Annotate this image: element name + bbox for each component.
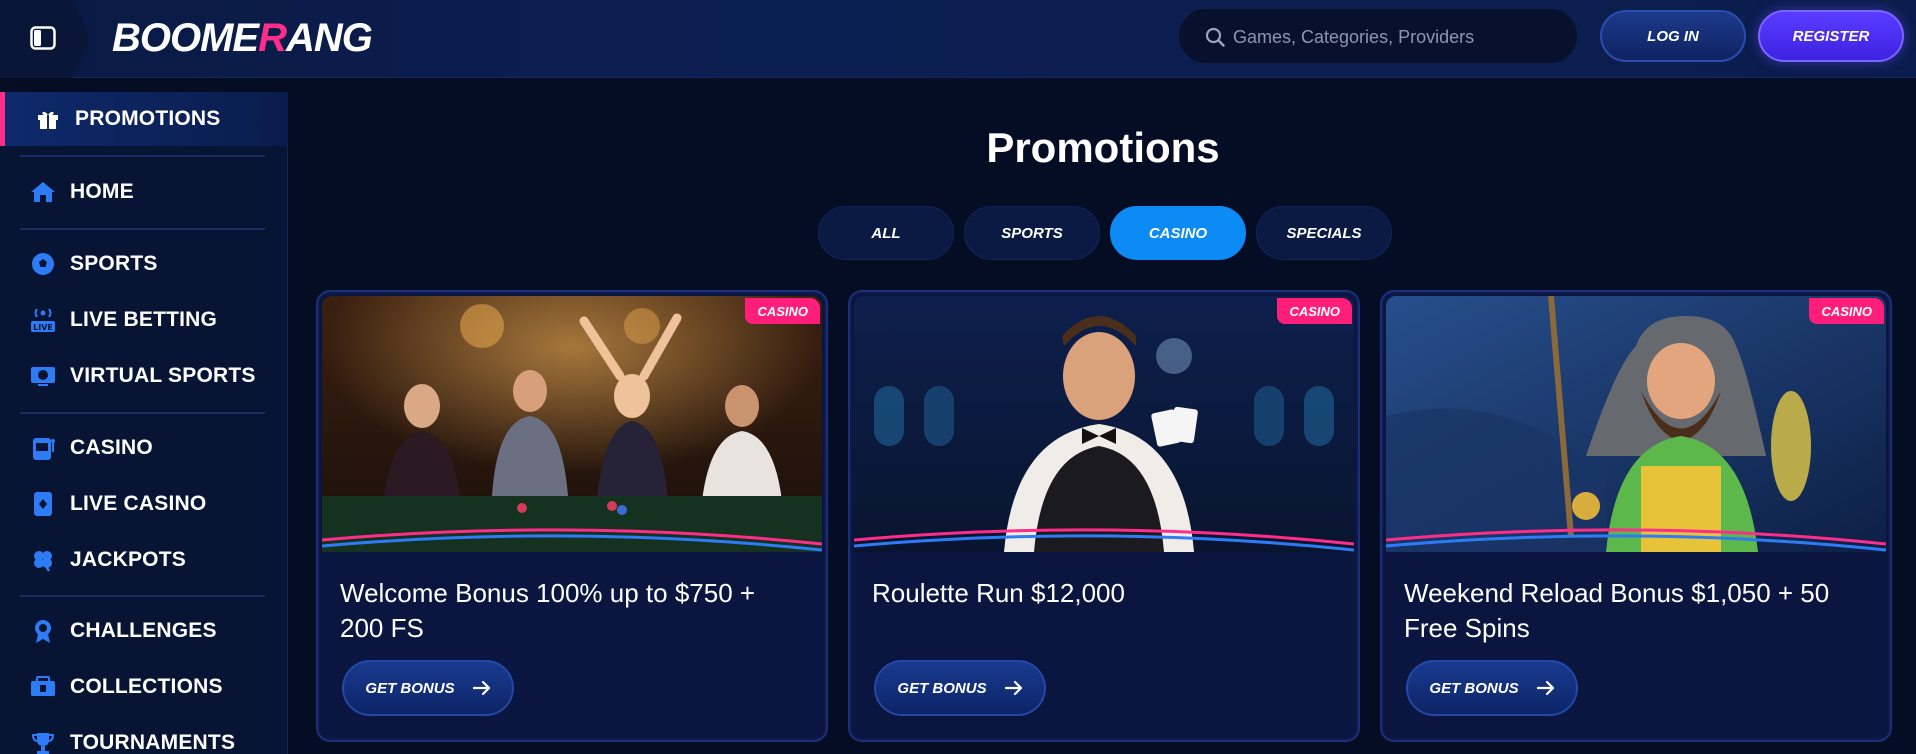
sidebar-item-virtual-sports[interactable]: VIRTUAL SPORTS <box>0 349 288 403</box>
sidebar-item-home[interactable]: HOME <box>0 165 288 219</box>
sidebar-item-label: TOURNAMENTS <box>70 731 236 754</box>
sidebar-item-live-betting[interactable]: LIVE LIVE BETTING <box>0 293 288 347</box>
svg-text:LIVE: LIVE <box>33 323 53 332</box>
collection-icon <box>28 672 58 702</box>
trophy-icon <box>28 728 58 754</box>
soccer-ball-icon <box>28 249 58 279</box>
register-button[interactable]: REGISTER <box>1758 10 1904 62</box>
sidebar-item-label: PROMOTIONS <box>75 107 221 130</box>
gift-icon <box>33 104 63 134</box>
promo-image-dealer <box>854 296 1354 552</box>
promo-card[interactable]: CASINO Roulette Run $12,000 GET BONUS <box>848 290 1360 742</box>
search-input[interactable] <box>1233 9 1563 65</box>
login-button[interactable]: LOG IN <box>1600 10 1746 62</box>
sidebar-divider <box>20 155 265 157</box>
sidebar-item-collections[interactable]: COLLECTIONS <box>0 660 288 714</box>
playing-card-icon <box>28 489 58 519</box>
home-icon <box>28 177 58 207</box>
sidebar-divider <box>20 228 265 230</box>
sidebar-item-label: JACKPOTS <box>70 548 186 571</box>
search-bar[interactable] <box>1178 8 1578 65</box>
search-icon <box>1205 27 1225 47</box>
sidebar-item-label: SPORTS <box>70 252 158 275</box>
page-title: Promotions <box>986 124 1220 171</box>
promo-title: Roulette Run $12,000 <box>872 578 1125 608</box>
sidebar-item-label: LIVE BETTING <box>70 308 218 331</box>
tab-sports[interactable]: SPORTS <box>964 206 1100 260</box>
promo-title: Weekend Reload Bonus $1,050 + 50 Free Sp… <box>1404 578 1830 643</box>
sidebar-item-promotions[interactable]: PROMOTIONS <box>0 92 288 146</box>
get-bonus-label: GET BONUS <box>1429 679 1519 697</box>
sidebar-item-label: HOME <box>70 180 134 203</box>
sidebar: PROMOTIONS HOME SPORTS LIVE LIVE BETTING… <box>0 92 288 754</box>
arrow-right-icon <box>1536 680 1554 696</box>
monitor-ball-icon <box>28 361 58 391</box>
sidebar-item-label: LIVE CASINO <box>70 492 207 515</box>
tab-all[interactable]: ALL <box>818 206 954 260</box>
promo-card[interactable]: CASINO Weekend Reload Bonus $1,050 + 50 … <box>1380 290 1892 742</box>
arrow-right-icon <box>472 680 490 696</box>
sidebar-item-challenges[interactable]: CHALLENGES <box>0 604 288 658</box>
get-bonus-button[interactable]: GET BONUS <box>1406 660 1578 716</box>
get-bonus-button[interactable]: GET BONUS <box>874 660 1046 716</box>
sidebar-item-sports[interactable]: SPORTS <box>0 237 288 291</box>
sidebar-item-tournaments[interactable]: TOURNAMENTS <box>0 716 288 754</box>
medal-icon <box>28 616 58 646</box>
sidebar-item-label: CHALLENGES <box>70 619 217 642</box>
sidebar-item-label: CASINO <box>70 436 153 459</box>
arrow-right-icon <box>1004 680 1022 696</box>
sidebar-item-jackpots[interactable]: JACKPOTS <box>0 533 288 587</box>
promo-image-poker-table <box>322 296 822 552</box>
top-header: BOOMERANG LOG IN REGISTER <box>0 0 1916 78</box>
promo-card[interactable]: CASINO Welcome Bonus 100% up to $750 + 2… <box>316 290 828 742</box>
get-bonus-label: GET BONUS <box>365 679 455 697</box>
sidebar-divider <box>20 412 265 414</box>
slot-machine-icon <box>28 433 58 463</box>
live-broadcast-icon: LIVE <box>28 305 58 335</box>
clover-icon <box>28 545 58 575</box>
category-badge: CASINO <box>1277 298 1352 324</box>
sidebar-toggle-icon <box>30 26 56 50</box>
sidebar-toggle-button[interactable] <box>0 0 88 78</box>
category-badge: CASINO <box>745 298 820 324</box>
brand-logo[interactable]: BOOMERANG <box>112 14 373 62</box>
promo-image-fisherman <box>1386 296 1886 552</box>
tab-specials[interactable]: SPECIALS <box>1256 206 1392 260</box>
tab-casino[interactable]: CASINO <box>1110 206 1246 260</box>
sidebar-item-casino[interactable]: CASINO <box>0 421 288 475</box>
promo-title: Welcome Bonus 100% up to $750 + 200 FS <box>340 578 756 643</box>
promotion-tabs: ALL SPORTS CASINO SPECIALS <box>818 206 1392 260</box>
sidebar-divider <box>20 595 265 597</box>
sidebar-item-label: VIRTUAL SPORTS <box>70 364 256 387</box>
get-bonus-label: GET BONUS <box>897 679 987 697</box>
sidebar-item-label: COLLECTIONS <box>70 675 223 698</box>
sidebar-item-live-casino[interactable]: LIVE CASINO <box>0 477 288 531</box>
get-bonus-button[interactable]: GET BONUS <box>342 660 514 716</box>
category-badge: CASINO <box>1809 298 1884 324</box>
